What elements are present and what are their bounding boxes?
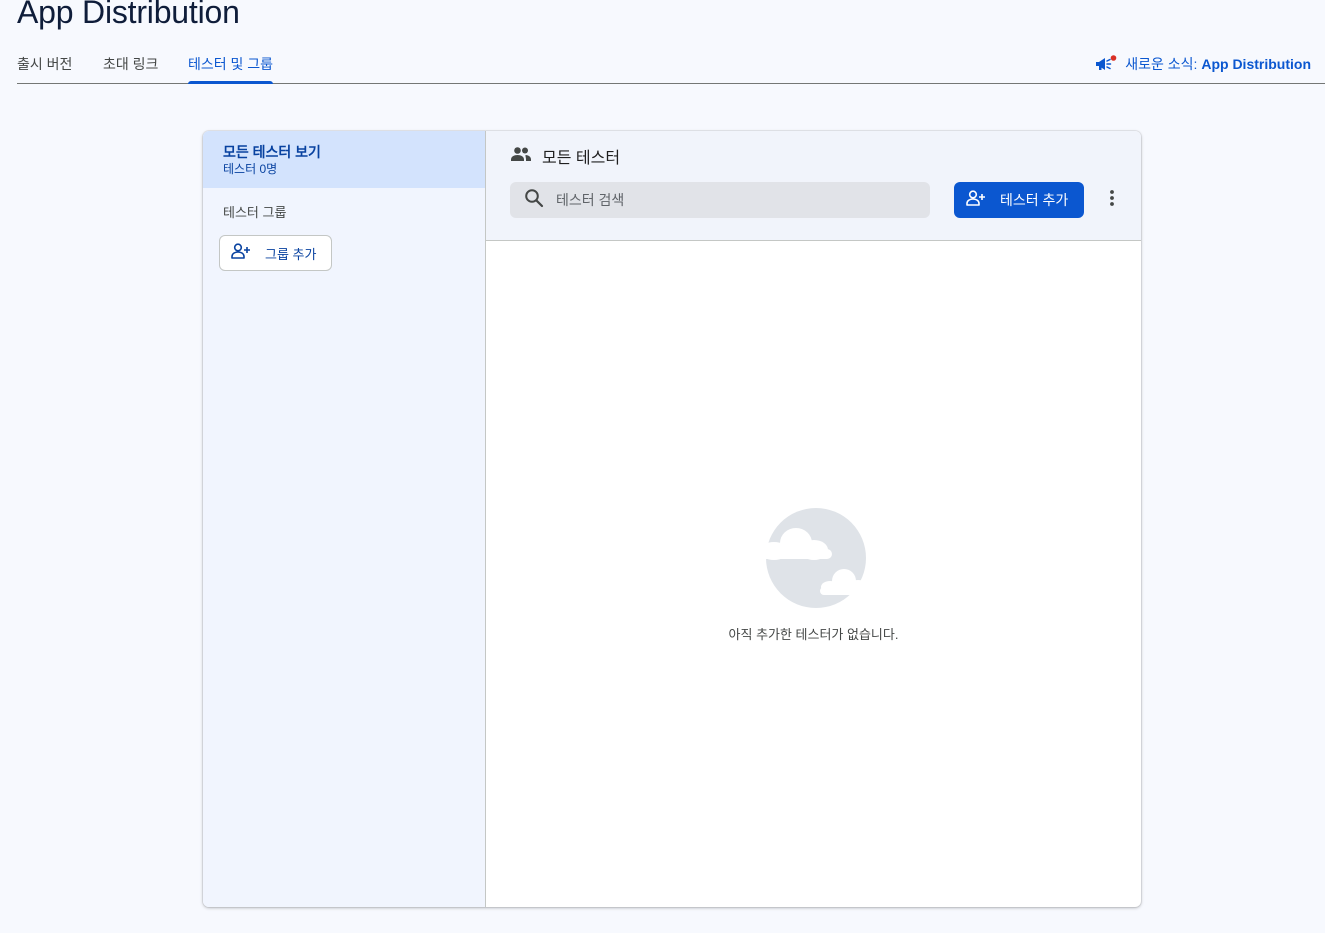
testers-card: 모든 테스터 보기 테스터 0명 테스터 그룹 그룹 추가 모든 테스터 테스터… <box>203 131 1141 907</box>
whats-new-product: App Distribution <box>1201 56 1311 72</box>
sidebar-item-all-testers[interactable]: 모든 테스터 보기 테스터 0명 <box>203 131 485 188</box>
cloud-illustration-icon <box>752 508 876 613</box>
whats-new-prefix: 새로운 소식: <box>1125 56 1202 72</box>
megaphone-icon <box>1095 55 1117 73</box>
add-tester-button[interactable]: 테스터 추가 <box>954 182 1084 218</box>
tab-releases[interactable]: 출시 버전 <box>17 54 72 84</box>
person-add-icon <box>231 242 251 264</box>
search-input[interactable]: 테스터 검색 <box>510 182 930 218</box>
add-tester-label: 테스터 추가 <box>1000 192 1069 208</box>
main-header: 모든 테스터 테스터 검색 테스터 추가 <box>486 131 1141 241</box>
main-title: 모든 테스터 <box>510 144 620 168</box>
all-testers-count: 테스터 0명 <box>223 162 278 176</box>
tab-invite-links[interactable]: 초대 링크 <box>103 54 158 84</box>
all-testers-title: 모든 테스터 보기 <box>223 144 321 160</box>
main-panel: 모든 테스터 테스터 검색 테스터 추가 아직 추가한 테스터가 없습니다. <box>486 131 1141 907</box>
tab-testers-and-groups[interactable]: 테스터 및 그룹 <box>188 54 274 84</box>
whats-new-text: 새로운 소식: App Distribution <box>1125 54 1311 74</box>
search-placeholder: 테스터 검색 <box>556 192 625 208</box>
tab-bar: 출시 버전 초대 링크 테스터 및 그룹 새로운 소식: App Distrib… <box>17 46 1325 84</box>
empty-state-message: 아직 추가한 테스터가 없습니다. <box>728 627 899 642</box>
all-testers-heading: 모든 테스터 <box>542 150 621 167</box>
more-vert-icon <box>1110 189 1114 211</box>
person-add-icon <box>966 189 986 211</box>
whats-new-link[interactable]: 새로운 소식: App Distribution <box>1095 54 1311 74</box>
search-icon <box>524 188 544 213</box>
add-group-button[interactable]: 그룹 추가 <box>219 235 332 271</box>
add-group-label: 그룹 추가 <box>265 246 317 262</box>
sidebar: 모든 테스터 보기 테스터 0명 테스터 그룹 그룹 추가 <box>203 131 486 907</box>
people-icon <box>510 146 532 167</box>
tester-groups-label: 테스터 그룹 <box>223 205 287 220</box>
page-title: App Distribution <box>17 0 240 30</box>
empty-state: 아직 추가한 테스터가 없습니다. <box>486 507 1141 643</box>
more-options-button[interactable] <box>1100 188 1124 212</box>
